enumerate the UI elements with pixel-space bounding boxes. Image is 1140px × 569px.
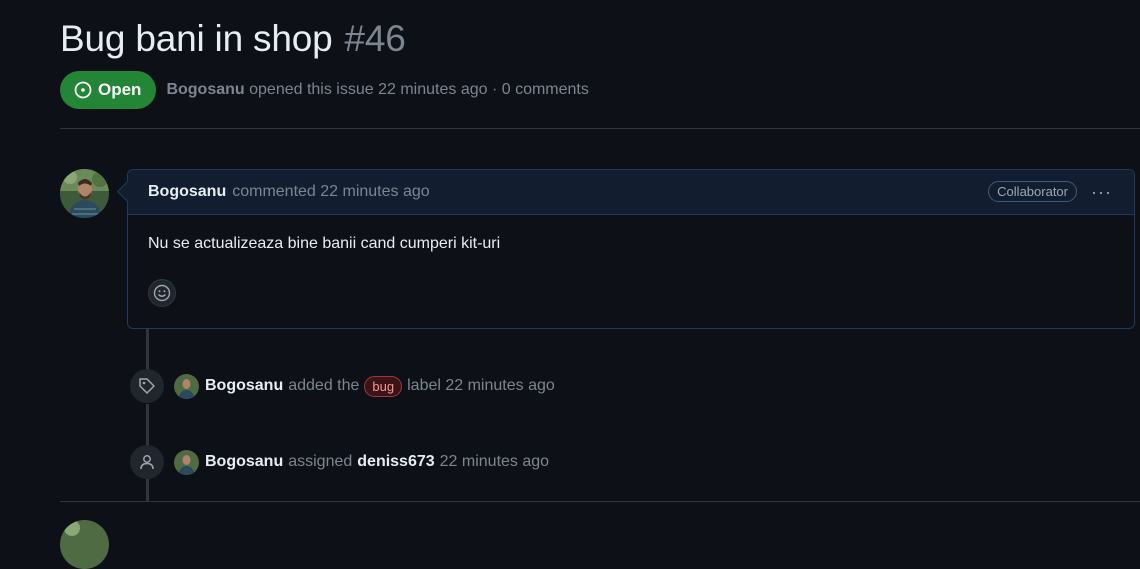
person-icon xyxy=(130,445,164,479)
issue-open-icon xyxy=(74,81,92,99)
state-badge: Open xyxy=(60,71,157,109)
smiley-icon xyxy=(153,284,171,302)
kebab-menu-icon[interactable]: ··· xyxy=(1091,182,1112,203)
issue-author-link[interactable]: Bogosanu xyxy=(166,81,244,98)
avatar[interactable] xyxy=(60,520,109,569)
issue-title: Bug bani in shop #46 xyxy=(60,18,406,60)
comment-action[interactable]: commented 22 minutes ago xyxy=(232,183,429,201)
issue-state-row: Open Bogosanu opened this issue 22 minut… xyxy=(60,71,589,109)
comment-author-link[interactable]: Bogosanu xyxy=(148,183,226,201)
issue-title-text: Bug bani in shop xyxy=(60,18,333,59)
header-divider xyxy=(60,128,1140,129)
comment-box: Bogosanu commented 22 minutes ago Collab… xyxy=(116,169,1135,329)
avatar[interactable] xyxy=(174,373,199,399)
event-text-after: 22 minutes ago xyxy=(439,453,550,470)
timeline-divider xyxy=(60,501,1140,502)
timeline-line xyxy=(146,329,149,371)
event-text: assigned xyxy=(288,453,353,470)
collaborator-badge: Collaborator xyxy=(988,181,1077,202)
event-text: added the xyxy=(288,377,360,394)
timeline-event-assign: Bogosanu assigned deniss673 22 minutes a… xyxy=(130,445,549,479)
add-reaction-button[interactable] xyxy=(148,279,176,307)
issue-number: #46 xyxy=(344,18,406,59)
event-actor-link[interactable]: Bogosanu xyxy=(205,377,283,395)
comment-body: Nu se actualizeaza bine banii cand cumpe… xyxy=(148,235,501,252)
timeline-line xyxy=(146,404,149,446)
assignee-link[interactable]: deniss673 xyxy=(357,453,434,471)
avatar[interactable] xyxy=(174,449,199,475)
timeline-line xyxy=(146,479,149,501)
issue-meta-text: opened this issue 22 minutes ago · 0 com… xyxy=(249,81,589,98)
tag-icon xyxy=(130,369,164,403)
state-label: Open xyxy=(98,80,142,99)
timeline-event-label: Bogosanu added the bug label 22 minutes … xyxy=(130,369,555,403)
event-text-after: label 22 minutes ago xyxy=(407,377,555,394)
avatar-image xyxy=(60,169,109,218)
comment-header: Bogosanu commented 22 minutes ago Collab… xyxy=(116,170,1134,215)
comment-pointer xyxy=(116,180,139,203)
issue-meta: Bogosanu opened this issue 22 minutes ag… xyxy=(166,81,588,99)
event-actor-link[interactable]: Bogosanu xyxy=(205,453,283,471)
avatar[interactable] xyxy=(60,169,109,218)
bug-label[interactable]: bug xyxy=(364,375,403,397)
